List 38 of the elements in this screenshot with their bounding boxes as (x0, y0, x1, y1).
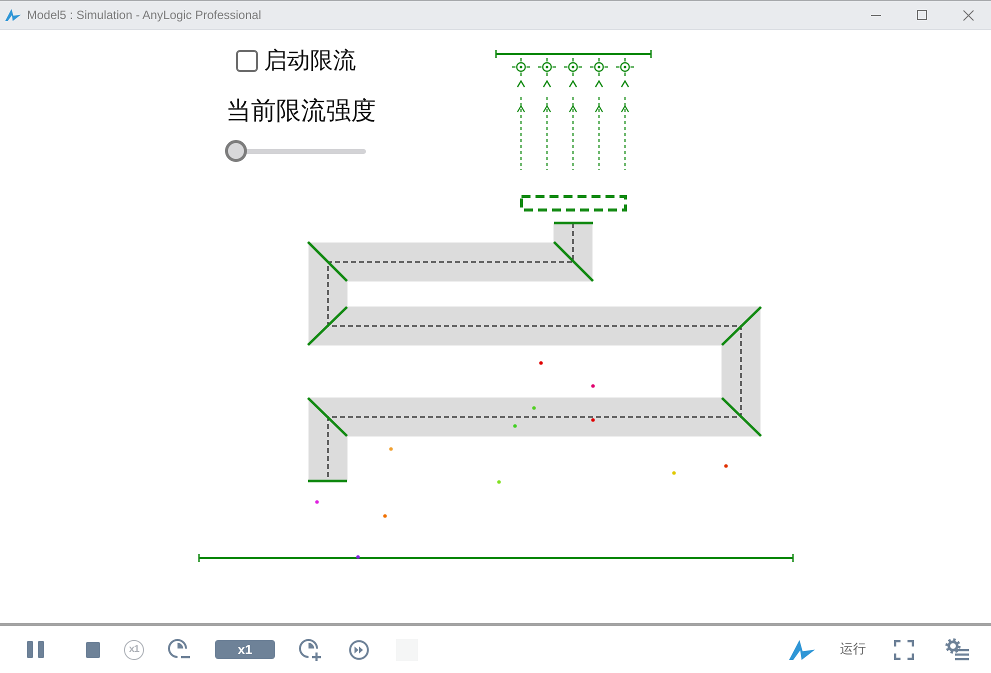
caret-icon (516, 80, 526, 88)
crosshair-icon (589, 57, 609, 77)
pause-icon (27, 641, 44, 658)
crosshair-icon (511, 57, 531, 77)
wall-line (721, 306, 762, 346)
settings-icon (945, 638, 969, 662)
app-logo-icon (5, 9, 21, 21)
speed-up-icon (299, 638, 322, 661)
minimize-icon (871, 14, 881, 16)
wall-line (554, 222, 593, 224)
caret-icon (620, 80, 630, 88)
crosshair-icon (537, 57, 557, 77)
wall-line (307, 306, 348, 346)
pause-button[interactable] (24, 638, 47, 661)
wall-line (553, 241, 594, 282)
slow-down-icon (168, 638, 191, 661)
close-icon (962, 10, 974, 20)
anylogic-logo-icon (789, 640, 815, 660)
wall-line (307, 241, 348, 282)
checkbox[interactable] (236, 50, 258, 72)
caret-icon (542, 80, 552, 88)
status-label: 运行 (840, 643, 866, 656)
checkbox-label: 启动限流 (264, 49, 356, 73)
speed-display: x1 (215, 640, 275, 659)
maximize-icon (917, 10, 927, 20)
window-title: Model5 : Simulation - AnyLogic Professional (27, 8, 262, 22)
crosshair-icon (615, 57, 635, 77)
wall-line (308, 480, 347, 482)
fast-forward-icon (349, 640, 369, 660)
crosshair-icon (563, 57, 583, 77)
slider-thumb[interactable] (225, 140, 247, 162)
wall-line (721, 397, 762, 437)
caret-icon (594, 80, 604, 88)
fullscreen-icon (894, 640, 914, 660)
wall-line (307, 397, 348, 437)
stop-icon (86, 642, 100, 658)
slider-label: 当前限流强度 (226, 97, 376, 125)
caret-icon (568, 80, 578, 88)
